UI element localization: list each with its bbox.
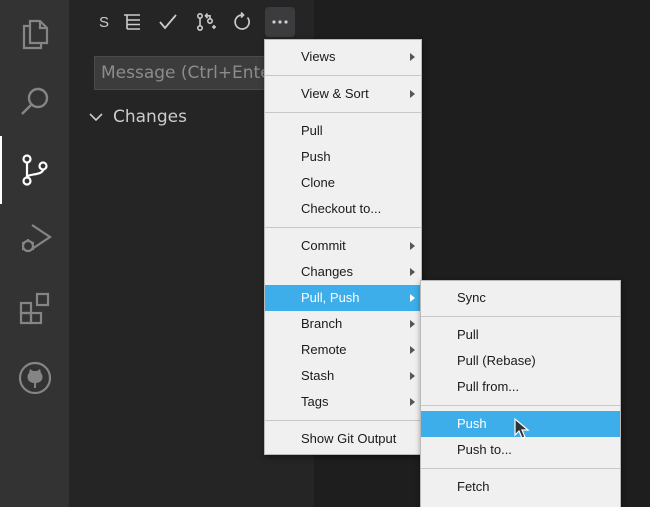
more-actions-icon bbox=[272, 20, 288, 24]
submenu-arrow-icon bbox=[410, 53, 415, 61]
menu-item-label: Pull from... bbox=[457, 379, 520, 394]
menu-item-label: Push bbox=[301, 149, 331, 164]
activity-github[interactable] bbox=[0, 344, 69, 412]
run-debug-icon bbox=[21, 224, 52, 253]
chevron-down-icon bbox=[89, 113, 103, 122]
menu-item-label: Pull bbox=[301, 123, 323, 138]
github-icon bbox=[18, 361, 51, 395]
menu-item-label: Stash bbox=[301, 368, 335, 383]
search-icon bbox=[20, 87, 48, 115]
changes-label: Changes bbox=[113, 107, 187, 127]
menu-item-label: Commit bbox=[301, 238, 346, 253]
menu-item-label: Branch bbox=[301, 316, 343, 331]
changes-group-header[interactable]: Changes bbox=[87, 103, 187, 131]
submenu-item-pull-from[interactable]: Pull from... bbox=[421, 374, 620, 400]
menu-item-commit[interactable]: Commit bbox=[265, 233, 421, 259]
menu-item-label: Pull (Rebase) bbox=[457, 353, 536, 368]
menu-item-label: Clone bbox=[301, 175, 335, 190]
menu-item-label: Show Git Output bbox=[301, 431, 397, 446]
files-icon bbox=[22, 19, 48, 50]
menu-separator bbox=[265, 227, 421, 228]
submenu-arrow-icon bbox=[410, 372, 415, 380]
more-actions-button[interactable] bbox=[265, 7, 295, 37]
menu-item-views[interactable]: Views bbox=[265, 44, 421, 70]
menu-separator bbox=[421, 468, 620, 469]
submenu-item-pull[interactable]: Pull bbox=[421, 322, 620, 348]
menu-item-stash[interactable]: Stash bbox=[265, 363, 421, 389]
menu-separator bbox=[265, 420, 421, 421]
submenu-item-sync[interactable]: Sync bbox=[421, 285, 620, 311]
menu-item-view-sort[interactable]: View & Sort bbox=[265, 81, 421, 107]
activity-extensions[interactable] bbox=[0, 274, 69, 342]
menu-item-pull[interactable]: Pull bbox=[265, 118, 421, 144]
submenu-arrow-icon bbox=[410, 90, 415, 98]
menu-item-checkout-to[interactable]: Checkout to... bbox=[265, 196, 421, 222]
activity-run-debug[interactable] bbox=[0, 204, 69, 272]
mouse-cursor-icon bbox=[514, 418, 530, 439]
view-as-tree-icon bbox=[124, 14, 140, 30]
stage-label: S bbox=[98, 13, 109, 31]
menu-item-label: Pull bbox=[457, 327, 479, 342]
menu-item-label: Views bbox=[301, 49, 336, 64]
submenu-arrow-icon bbox=[410, 242, 415, 250]
menu-separator bbox=[421, 316, 620, 317]
submenu-item-push-to[interactable]: Push to... bbox=[421, 437, 620, 463]
menu-item-label: Changes bbox=[301, 264, 354, 279]
commit-button[interactable] bbox=[155, 9, 181, 35]
pull-push-submenu: Sync Pull Pull (Rebase) Pull from... Pus… bbox=[420, 280, 621, 507]
menu-item-label: Tags bbox=[301, 394, 329, 409]
menu-item-label: View & Sort bbox=[301, 86, 369, 101]
view-as-tree-button[interactable] bbox=[119, 9, 145, 35]
activity-bar bbox=[0, 0, 69, 507]
menu-item-label: Pull, Push bbox=[301, 290, 360, 305]
menu-item-pull-push[interactable]: Pull, Push bbox=[265, 285, 421, 311]
menu-item-show-git-output[interactable]: Show Git Output bbox=[265, 426, 421, 452]
menu-item-changes[interactable]: Changes bbox=[265, 259, 421, 285]
menu-separator bbox=[265, 75, 421, 76]
menu-item-clone[interactable]: Clone bbox=[265, 170, 421, 196]
menu-item-label: Fetch bbox=[457, 479, 490, 494]
submenu-arrow-icon bbox=[410, 398, 415, 406]
menu-item-label: Remote bbox=[301, 342, 347, 357]
menu-item-remote[interactable]: Remote bbox=[265, 337, 421, 363]
submenu-arrow-icon bbox=[410, 268, 415, 276]
submenu-item-fetch[interactable]: Fetch bbox=[421, 474, 620, 500]
menu-item-branch[interactable]: Branch bbox=[265, 311, 421, 337]
menu-item-push[interactable]: Push bbox=[265, 144, 421, 170]
create-pull-request-button[interactable] bbox=[193, 9, 219, 35]
menu-item-label: Push to... bbox=[457, 442, 512, 457]
source-control-icon bbox=[21, 154, 48, 186]
menu-separator bbox=[265, 112, 421, 113]
activity-source-control[interactable] bbox=[0, 136, 69, 204]
menu-item-tags[interactable]: Tags bbox=[265, 389, 421, 415]
menu-item-label: Sync bbox=[457, 290, 486, 305]
menu-item-label: Push bbox=[457, 416, 487, 431]
commit-check-icon bbox=[159, 14, 177, 30]
menu-item-label: Checkout to... bbox=[301, 201, 382, 216]
create-pull-request-icon bbox=[196, 12, 216, 32]
refresh-button[interactable] bbox=[229, 9, 255, 35]
more-actions-menu: Views View & Sort Pull Push Clone Checko… bbox=[264, 39, 422, 455]
activity-search[interactable] bbox=[0, 68, 69, 136]
refresh-icon bbox=[234, 12, 250, 30]
submenu-item-pull-rebase[interactable]: Pull (Rebase) bbox=[421, 348, 620, 374]
menu-separator bbox=[421, 405, 620, 406]
submenu-arrow-icon bbox=[410, 320, 415, 328]
extensions-icon bbox=[19, 292, 49, 325]
submenu-arrow-icon bbox=[410, 294, 415, 302]
activity-explorer[interactable] bbox=[0, 0, 69, 68]
submenu-arrow-icon bbox=[410, 346, 415, 354]
